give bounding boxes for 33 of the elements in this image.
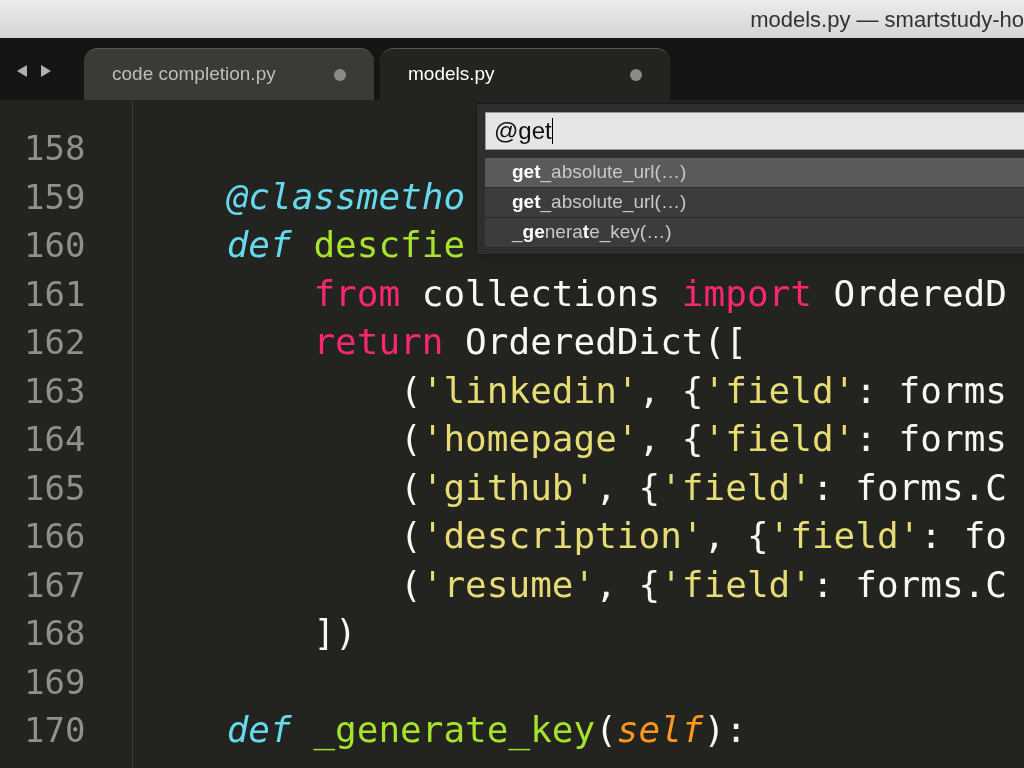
- tab[interactable]: code completion.py: [84, 48, 374, 100]
- completion-input[interactable]: @get: [485, 112, 1024, 150]
- code-line: ('github', {'field': forms.C: [399, 469, 1007, 506]
- line-number: 170: [24, 713, 87, 748]
- code-line: def _generate_key(self):: [225, 712, 747, 749]
- line-number: 167: [24, 567, 87, 602]
- code-line: ('homepage', {'field': forms: [399, 421, 1007, 458]
- completion-item[interactable]: get_absolute_url(…): [485, 188, 1024, 218]
- line-number: 168: [24, 616, 87, 651]
- completion-item[interactable]: _generate_key(…): [485, 218, 1024, 248]
- forward-icon[interactable]: [40, 64, 52, 78]
- code-line: def descfie: [225, 227, 466, 264]
- code-line: ('description', {'field': fo: [399, 518, 1007, 555]
- line-number: 166: [24, 519, 87, 554]
- code-line: return OrderedDict([: [312, 324, 747, 361]
- completion-item[interactable]: get_absolute_url(…): [485, 158, 1024, 188]
- code-line: from collections import OrderedD: [312, 275, 1007, 312]
- back-icon[interactable]: [16, 64, 28, 78]
- window-title: models.py — smartstudy-ho: [750, 5, 1024, 34]
- tab[interactable]: models.py: [380, 48, 670, 100]
- line-number: 160: [24, 228, 87, 263]
- line-number: 158: [24, 131, 87, 166]
- line-number: 162: [24, 325, 87, 360]
- code-line: ('linkedin', {'field': forms: [399, 372, 1007, 409]
- code-line: ('resume', {'field': forms.C: [399, 566, 1007, 603]
- line-number: 163: [24, 373, 87, 408]
- line-number: 165: [24, 470, 87, 505]
- line-number: 161: [24, 276, 87, 311]
- line-number: 164: [24, 422, 87, 457]
- code-line: ]): [312, 615, 357, 652]
- line-number: 169: [24, 664, 87, 699]
- code-line: @classmetho: [225, 178, 466, 215]
- line-number: 159: [24, 179, 87, 214]
